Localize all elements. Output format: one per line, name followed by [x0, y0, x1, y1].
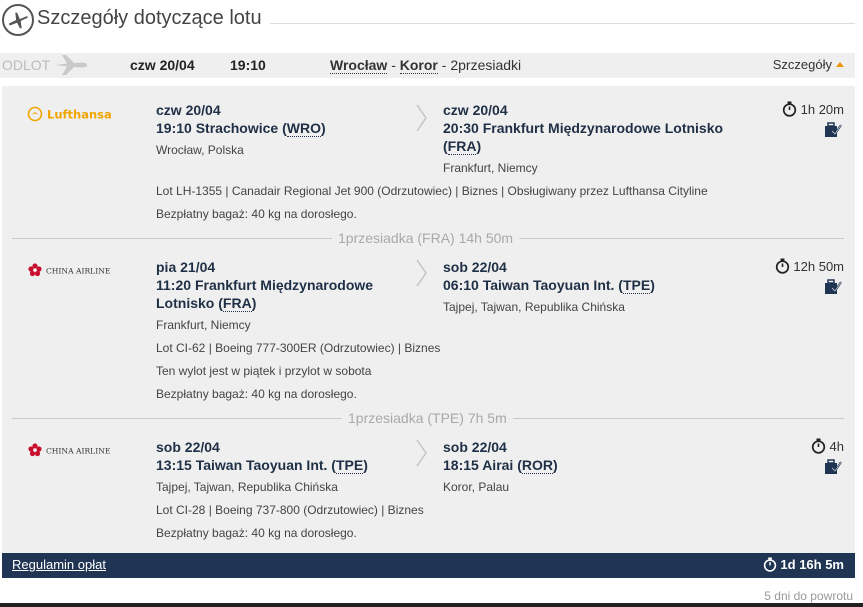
departure-date: czw 20/04	[130, 57, 195, 73]
airline-name: CHINA AIRLINES	[46, 447, 111, 456]
stopwatch-icon	[764, 557, 777, 572]
arrival-block: sob 22/04 06:10 Taiwan Taoyuan Int. (TPE…	[443, 258, 743, 315]
layover-divider: 1przesiadka (FRA) 14h 50m	[12, 230, 844, 246]
total-duration: 1d 16h 5m	[763, 557, 844, 572]
route-stops: - 2przesiadki	[437, 57, 522, 73]
arrival-block: czw 20/04 20:30 Frankfurt Międzynarodowe…	[443, 101, 743, 176]
departure-date: czw 20/04	[156, 102, 221, 118]
departure-place: 11:20 Frankfurt Międzynarodowe Lotnisko …	[156, 277, 374, 312]
flight-info: Lot CI-28 | Boeing 737-800 (Odrzutowiec)…	[156, 503, 424, 517]
chevron-right-icon	[415, 103, 429, 138]
days-until-return: 5 dni do powrotu	[764, 589, 853, 603]
departure-location: Frankfurt, Niemcy	[156, 318, 251, 332]
arrival-date: sob 22/04	[443, 439, 507, 455]
airline-name: CHINA AIRLINES	[46, 267, 111, 276]
baggage-icon[interactable]	[824, 278, 842, 300]
departure-summary-bar: ODLOT czw 20/04 19:10 Wrocław - Koror - …	[0, 53, 855, 78]
layover-text: 1przesiadka (TPE) 7h 5m	[342, 410, 513, 426]
flight-info: Lot CI-62 | Boeing 777-300ER (Odrzutowie…	[156, 341, 441, 355]
stopwatch-icon	[775, 258, 789, 274]
baggage-icon[interactable]	[824, 121, 842, 143]
flight-info: Lot LH-1355 | Canadair Regional Jet 900 …	[156, 184, 708, 198]
airline-logo: CHINA AIRLINES	[27, 262, 116, 283]
layover-divider: 1przesiadka (TPE) 7h 5m	[12, 410, 844, 426]
airline-logo: Lufthansa	[27, 106, 112, 127]
details-toggle-label: Szczegóły	[772, 57, 832, 72]
departure-time: 19:10	[230, 57, 266, 73]
segment-note: Ten wylot jest w piątek i przylot w sobo…	[156, 364, 372, 378]
stopwatch-icon	[782, 101, 797, 117]
stopwatch-icon	[811, 438, 826, 454]
triangle-up-icon	[836, 62, 844, 67]
segment-duration: 12h 50m	[775, 258, 844, 274]
departure-place: 13:15 Taiwan Taoyuan Int. (TPE)	[156, 457, 368, 474]
route-destination: Koror	[399, 57, 438, 74]
departure-block: sob 22/04 13:15 Taiwan Taoyuan Int. (TPE…	[156, 438, 416, 495]
route-summary: Wrocław - Koror - 2przesiadki	[330, 57, 522, 74]
route-separator: -	[387, 57, 400, 73]
baggage-allowance: Bezpłatny bagaż: 40 kg na dorosłego.	[156, 526, 357, 540]
arrival-block: sob 22/04 18:15 Airai (ROR) Koror, Palau	[443, 438, 743, 495]
arrival-place: 06:10 Taiwan Taoyuan Int. (TPE)	[443, 277, 655, 294]
arrival-code: TPE	[622, 277, 651, 294]
arrival-code: ROR	[521, 457, 553, 474]
departure-place: 19:10 Strachowice (WRO)	[156, 120, 326, 137]
departure-location: Tajpej, Tajwan, Republika Chińska	[156, 480, 338, 494]
baggage-icon[interactable]	[824, 458, 842, 480]
departure-location: Wrocław, Polska	[156, 143, 244, 157]
departure-date: sob 22/04	[156, 439, 220, 455]
flight-icon	[2, 4, 34, 36]
route-origin: Wrocław	[330, 57, 388, 74]
departure-code: TPE	[335, 457, 364, 474]
departure-label: ODLOT	[2, 57, 51, 73]
segment-duration: 1h 20m	[782, 101, 844, 117]
arrival-location: Koror, Palau	[443, 480, 510, 494]
layover-text: 1przesiadka (FRA) 14h 50m	[332, 230, 520, 246]
details-toggle[interactable]: Szczegóły	[773, 57, 844, 72]
arrival-location: Tajpej, Tajwan, Republika Chińska	[443, 300, 625, 314]
segment-duration: 4h	[811, 438, 844, 454]
arrival-date: sob 22/04	[443, 259, 507, 275]
airline-logo: CHINA AIRLINES	[27, 442, 116, 463]
arrival-place: 18:15 Airai (ROR)	[443, 457, 558, 474]
details-header: Szczegóły dotyczące lotu	[0, 0, 863, 44]
airline-name: Lufthansa	[47, 108, 111, 122]
baggage-allowance: Bezpłatny bagaż: 40 kg na dorosłego.	[156, 207, 357, 221]
header-divider	[270, 23, 855, 24]
airplane-icon	[54, 53, 88, 80]
fare-rules-link[interactable]: Regulamin opłat	[12, 557, 106, 572]
baggage-allowance: Bezpłatny bagaż: 40 kg na dorosłego.	[156, 387, 357, 401]
segments-panel: Lufthansa czw 20/04 19:10 Strachowice (W…	[2, 86, 855, 553]
chevron-right-icon	[415, 258, 429, 293]
departure-date: pia 21/04	[156, 259, 216, 275]
lufthansa-crane-icon	[27, 106, 43, 122]
bottom-divider	[0, 603, 863, 607]
arrival-date: czw 20/04	[443, 102, 508, 118]
chevron-right-icon	[415, 438, 429, 473]
departure-block: pia 21/04 11:20 Frankfurt Międzynarodowe…	[156, 258, 416, 333]
arrival-place: 20:30 Frankfurt Międzynarodowe Lotnisko …	[443, 120, 724, 155]
departure-code: FRA	[222, 295, 252, 312]
arrival-code: FRA	[447, 138, 477, 155]
departure-code: WRO	[286, 120, 321, 137]
flight-segment: CHINA AIRLINES sob 22/04 13:15 Taiwan Ta…	[2, 438, 855, 548]
itinerary-footer: Regulamin opłat 1d 16h 5m	[2, 553, 855, 578]
departure-block: czw 20/04 19:10 Strachowice (WRO) Wrocła…	[156, 101, 416, 158]
flight-segment: Lufthansa czw 20/04 19:10 Strachowice (W…	[2, 101, 855, 226]
arrival-location: Frankfurt, Niemcy	[443, 161, 538, 175]
flight-segment: CHINA AIRLINES pia 21/04 11:20 Frankfurt…	[2, 258, 855, 403]
page-title: Szczegóły dotyczące lotu	[37, 7, 262, 29]
